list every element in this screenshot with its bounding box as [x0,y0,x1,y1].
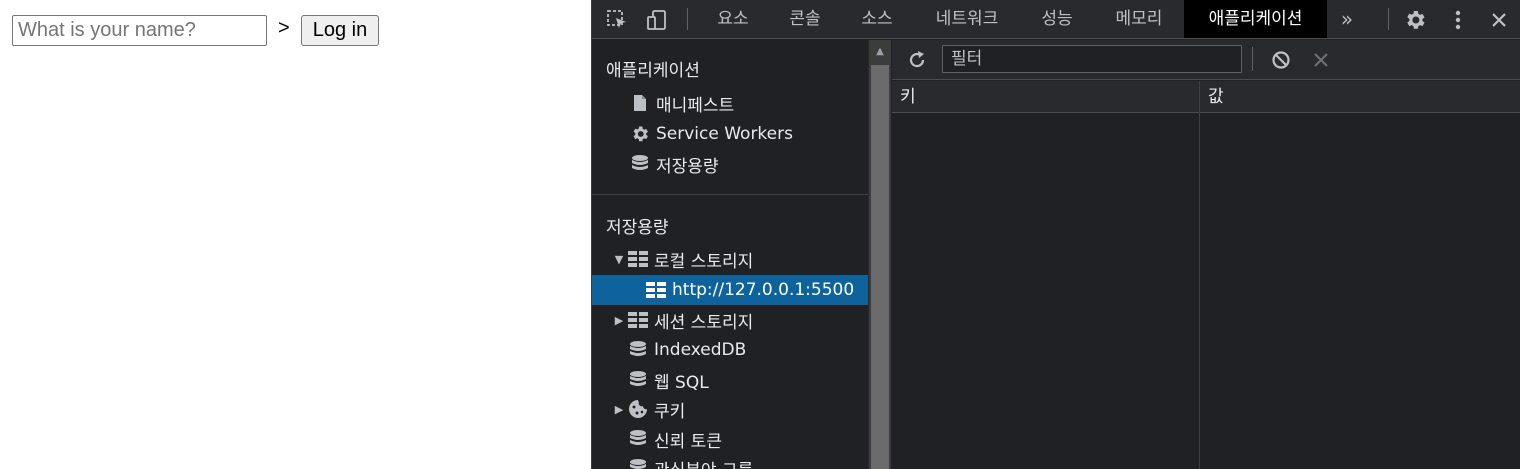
sidebar-item-storage[interactable]: 저장용량 [592,149,868,179]
sidebar-item-label: 매니페스트 [656,95,735,116]
separator-text: > [278,17,290,39]
sidebar-scrollbar[interactable]: ▲ [868,40,891,469]
name-input[interactable] [12,15,267,46]
sidebar-divider [592,194,868,195]
section-title-application: 애플리케이션 [606,61,700,81]
sidebar-item-local-storage[interactable]: ▼ 로컬 스토리지 [592,244,868,274]
devtools-tabbar: 요소 콘솔 소스 네트워크 성능 메모리 애플리케이션 » [592,0,1520,39]
sidebar-item-label: 쿠키 [654,401,686,422]
tab-network[interactable]: 네트워크 [922,0,1012,38]
login-button[interactable]: Log in [301,15,379,46]
device-toolbar-icon[interactable] [644,7,670,33]
column-header-value[interactable]: 값 [1199,81,1520,113]
tabbar-divider [687,8,688,30]
gear-icon [628,123,652,145]
scrollbar-thumb[interactable] [871,65,889,469]
tab-performance[interactable]: 성능 [1027,0,1087,38]
inspect-element-icon[interactable] [604,7,630,33]
tab-memory[interactable]: 메모리 [1100,0,1178,38]
cookie-icon [626,398,650,420]
column-header-key[interactable]: 키 [892,81,1199,113]
sidebar-item-label: 세션 스토리지 [654,312,754,333]
table-icon [626,309,650,331]
sidebar-item-manifest[interactable]: 매니페스트 [592,88,868,118]
tab-elements[interactable]: 요소 [703,0,763,38]
sidebar-item-web-sql[interactable]: 웹 SQL [592,365,868,395]
sidebar-item-label: http://127.0.0.1:5500 [672,280,855,300]
application-sidebar: 애플리케이션 매니페스트 Service Workers 저장용량 저장용량 ▼… [592,40,868,469]
sidebar-item-cookies[interactable]: ▶ 쿠키 [592,394,868,424]
sidebar-item-trust-tokens[interactable]: 신뢰 토큰 [592,424,868,454]
settings-gear-icon[interactable] [1402,7,1428,33]
sidebar-item-label: IndexedDB [654,340,747,360]
sidebar-item-label: Service Workers [656,124,793,144]
sidebar-item-service-workers[interactable]: Service Workers [592,119,868,149]
tabbar-divider [1388,8,1389,30]
sidebar-item-label: 웹 SQL [654,372,709,393]
toolbar-divider [1252,47,1253,71]
tab-application[interactable]: 애플리케이션 [1184,0,1327,38]
column-divider [1199,81,1200,469]
scroll-up-arrow-icon[interactable]: ▲ [869,40,891,62]
refresh-icon[interactable] [904,48,930,72]
web-page: > Log in [0,0,591,469]
sidebar-item-interest-groups[interactable]: 관심분야 그룹 [592,453,868,469]
devtools-panel: 요소 콘솔 소스 네트워크 성능 메모리 애플리케이션 » 애플리케이션 매니페… [591,0,1520,469]
tab-sources[interactable]: 소스 [847,0,907,38]
table-icon [626,248,650,270]
table-icon [644,279,668,301]
sidebar-item-label: 신뢰 토큰 [654,431,722,452]
filter-input[interactable] [942,45,1242,73]
file-icon [628,92,652,114]
sidebar-item-localhost-origin[interactable]: http://127.0.0.1:5500 [592,275,868,305]
sidebar-item-label: 관심분야 그룹 [654,456,753,469]
database-icon [626,339,650,361]
sidebar-item-session-storage[interactable]: ▶ 세션 스토리지 [592,305,868,335]
database-icon [626,369,650,391]
expand-arrow-icon[interactable]: ▼ [612,253,626,266]
more-options-icon[interactable] [1445,7,1471,33]
sidebar-item-label: 저장용량 [656,156,719,177]
storage-toolbar [892,40,1520,80]
expand-arrow-icon[interactable]: ▶ [612,314,626,327]
database-icon [626,457,650,469]
tab-console[interactable]: 콘솔 [775,0,835,38]
storage-table-header: 키 값 [892,81,1520,113]
expand-arrow-icon[interactable]: ▶ [612,403,626,416]
clear-all-icon[interactable] [1268,48,1294,72]
more-tabs-button[interactable]: » [1336,0,1358,38]
database-icon [628,153,652,175]
close-icon[interactable] [1486,7,1512,33]
database-icon [626,428,650,450]
storage-panel: 키 값 [892,40,1520,469]
sidebar-item-label: 로컬 스토리지 [654,251,754,272]
section-title-storage: 저장용량 [606,218,669,238]
delete-selected-icon[interactable] [1308,48,1334,72]
sidebar-item-indexeddb[interactable]: IndexedDB [592,335,868,365]
